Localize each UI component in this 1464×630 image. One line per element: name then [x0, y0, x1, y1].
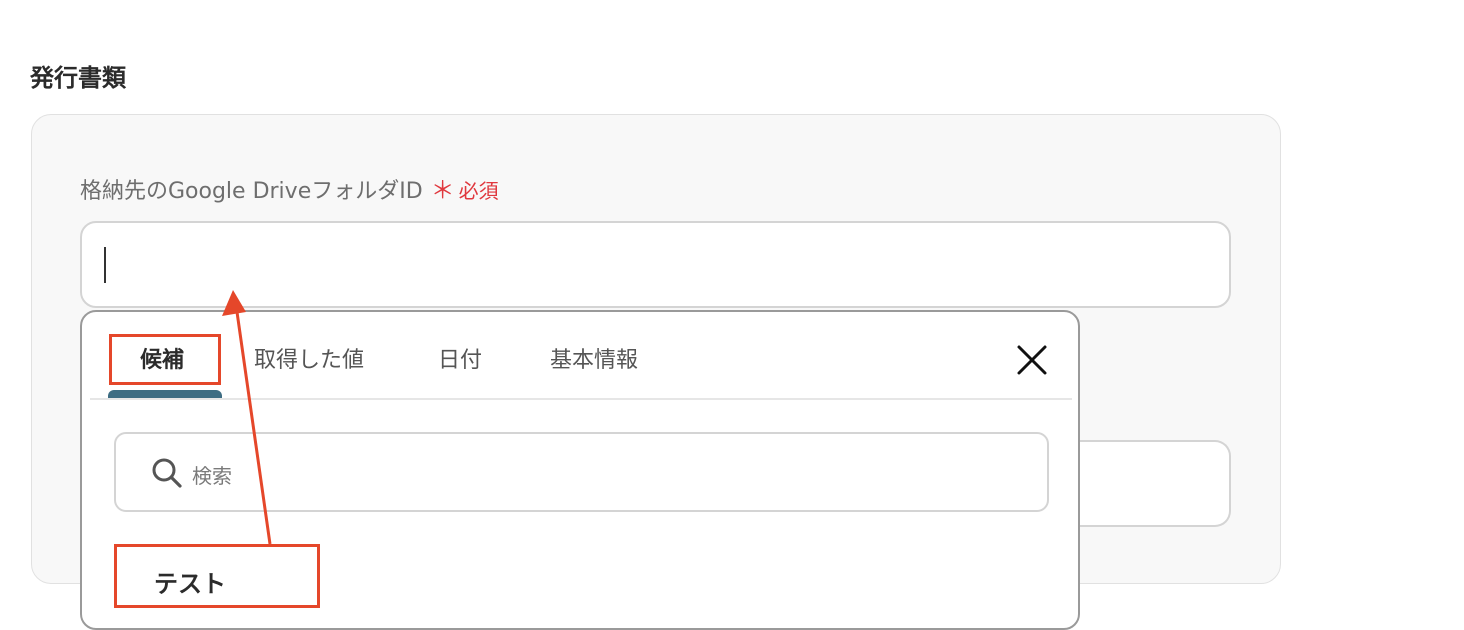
required-asterisk: ＊	[430, 176, 455, 204]
active-tab-indicator	[108, 390, 222, 398]
tab-acquired-values[interactable]: 取得した値	[254, 342, 364, 374]
annotation-box-tab	[109, 334, 221, 385]
field-label-text: 格納先のGoogle Driveフォルダ	[80, 179, 400, 204]
folder-id-input[interactable]	[80, 221, 1231, 308]
next-field-input[interactable]	[1070, 440, 1231, 527]
close-icon[interactable]	[1014, 342, 1050, 378]
search-input[interactable]: 検索	[114, 432, 1049, 512]
tab-basic-info[interactable]: 基本情報	[550, 342, 638, 374]
section-title: 発行書類	[30, 64, 126, 92]
tab-date[interactable]: 日付	[438, 342, 482, 374]
search-icon	[150, 456, 184, 490]
search-placeholder: 検索	[192, 464, 232, 488]
field-label-suffix: ID	[399, 179, 423, 204]
annotation-box-item	[114, 544, 320, 608]
field-label: 格納先のGoogle Driveフォルダ ID ＊ 必須	[80, 170, 499, 205]
text-caret	[104, 247, 106, 283]
tab-divider	[90, 398, 1072, 400]
required-badge: 必須	[458, 179, 499, 203]
popup-tabs: 候補 取得した値 日付 基本情報	[82, 312, 1078, 400]
